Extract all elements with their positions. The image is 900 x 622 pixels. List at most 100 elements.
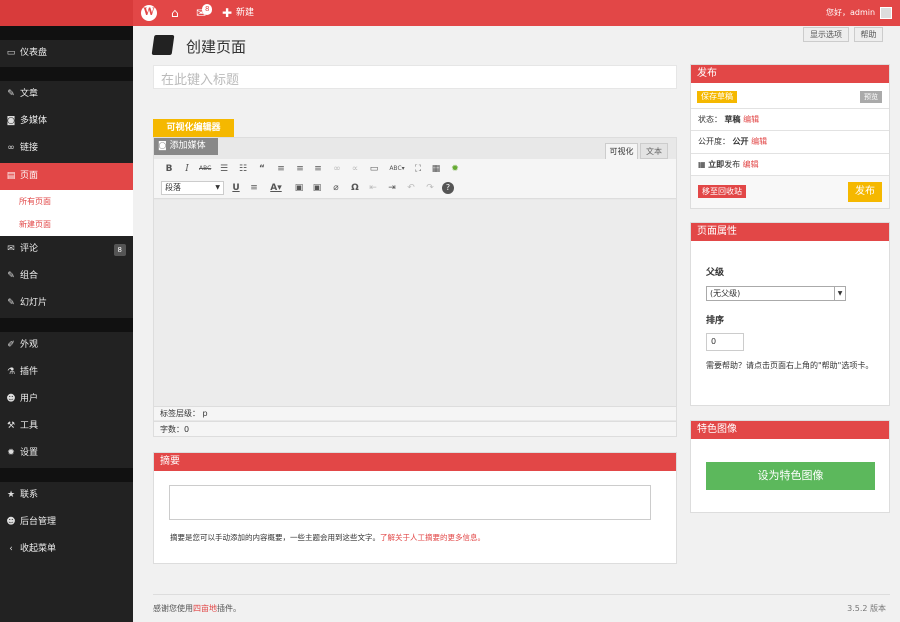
sidebar-item-tools[interactable]: ⚒ 工具 bbox=[0, 413, 133, 440]
edit-schedule-link[interactable]: 编辑 bbox=[743, 160, 759, 169]
sidebar-item-plugins[interactable]: ⚗ 插件 bbox=[0, 359, 133, 386]
clear-format-icon[interactable]: ⌀ bbox=[330, 182, 342, 194]
sidebar-item-users[interactable]: ☻ 用户 bbox=[0, 386, 133, 413]
publish-box: 发布 保存草稿 预览 状态： 草稿 编辑 公开度： 公开 编辑 ▦ 立即发布 编… bbox=[690, 64, 890, 209]
submenu-new-page[interactable]: 新建页面 bbox=[0, 213, 133, 236]
title-input[interactable]: 在此键入标题 bbox=[153, 65, 677, 89]
sidebar-item-dashboard[interactable]: ▭ 仪表盘 bbox=[0, 40, 133, 67]
parent-select[interactable]: (无父级) ▼ bbox=[706, 286, 846, 301]
plus-icon[interactable]: ✚ bbox=[222, 0, 232, 26]
admin-bar-logo-area bbox=[0, 0, 133, 26]
align-left-icon[interactable]: ≡ bbox=[275, 163, 287, 175]
star-icon: ★ bbox=[6, 490, 16, 500]
text-color-icon[interactable]: A▾ bbox=[265, 182, 287, 194]
tab-visual[interactable]: 可视化 bbox=[605, 143, 638, 159]
sidebar-item-appearance[interactable]: ✐ 外观 bbox=[0, 332, 133, 359]
paste-word-icon[interactable]: ▣ bbox=[311, 182, 323, 194]
visual-editor-tab[interactable]: 可视化编辑器 bbox=[153, 119, 234, 137]
footer-link[interactable]: 四亩地 bbox=[193, 604, 217, 613]
justify-icon[interactable]: ≡ bbox=[248, 182, 260, 194]
special-char-icon[interactable]: Ω bbox=[349, 182, 361, 194]
sidebar-item-pages[interactable]: ▤ 页面 bbox=[0, 163, 133, 190]
dashboard-icon: ▭ bbox=[6, 48, 16, 58]
title-placeholder: 在此键入标题 bbox=[161, 73, 240, 88]
edit-status-link[interactable]: 编辑 bbox=[743, 115, 759, 124]
more-tag-icon[interactable]: ▭ bbox=[368, 163, 380, 175]
set-featured-image-button[interactable]: 设为特色图像 bbox=[706, 462, 875, 490]
edit-visibility-link[interactable]: 编辑 bbox=[751, 137, 767, 146]
strikethrough-icon[interactable]: ABC bbox=[199, 163, 211, 175]
publish-button[interactable]: 发布 bbox=[848, 182, 882, 202]
spellcheck-icon[interactable]: ABC▾ bbox=[388, 163, 406, 175]
greeting-text[interactable]: 您好，admin bbox=[826, 0, 875, 26]
sidebar-item-comments[interactable]: ✉ 评论 8 bbox=[0, 236, 133, 263]
admin-sidebar: ▭ 仪表盘 ✎ 文章 ◙ 多媒体 ∞ 链接 ▤ 页面 所有页面 新建页面 ✉ 评论 8 ✎ 组合… bbox=[0, 26, 133, 622]
sidebar-item-portfolio[interactable]: ✎ 组合 bbox=[0, 263, 133, 290]
add-media-button[interactable]: ◙ 添加媒体 bbox=[154, 138, 218, 155]
sidebar-item-posts[interactable]: ✎ 文章 bbox=[0, 81, 133, 108]
sidebar-item-settings[interactable]: ✹ 设置 bbox=[0, 440, 133, 467]
sidebar-item-label: 评论 bbox=[20, 244, 39, 254]
publish-time-suffix: 发布 bbox=[724, 160, 741, 169]
users-icon: ☻ bbox=[6, 517, 16, 527]
fullscreen-icon[interactable]: ⛶ bbox=[412, 163, 424, 175]
footer-thanks: 感谢您使用四亩地插件。 bbox=[153, 603, 241, 614]
excerpt-help: 摘要是您可以手动添加的内容概要，一些主题会用到这些文字。了解关于人工摘要的更多信… bbox=[170, 532, 485, 543]
gear-icon[interactable]: ✹ bbox=[449, 163, 461, 175]
underline-icon[interactable]: U bbox=[230, 182, 242, 194]
word-count: 字数：0 bbox=[154, 421, 676, 436]
blockquote-icon[interactable]: “ bbox=[256, 163, 268, 175]
comments-count-badge: 8 bbox=[113, 244, 126, 256]
sidebar-item-label: 页面 bbox=[20, 171, 39, 181]
italic-icon[interactable]: I bbox=[181, 163, 193, 175]
undo-icon[interactable]: ↶ bbox=[405, 182, 417, 194]
save-draft-button[interactable]: 保存草稿 bbox=[697, 91, 737, 103]
sidebar-item-links[interactable]: ∞ 链接 bbox=[0, 135, 133, 162]
sidebar-item-label: 工具 bbox=[20, 421, 39, 431]
sidebar-item-media[interactable]: ◙ 多媒体 bbox=[0, 108, 133, 135]
move-to-trash-button[interactable]: 移至回收站 bbox=[698, 185, 746, 198]
collapse-arrow-icon: ‹ bbox=[9, 544, 13, 554]
path-value[interactable]: p bbox=[203, 409, 208, 418]
menu-separator bbox=[0, 318, 133, 332]
excerpt-help-text: 摘要是您可以手动添加的内容概要，一些主题会用到这些文字。 bbox=[170, 533, 380, 542]
align-right-icon[interactable]: ≡ bbox=[312, 163, 324, 175]
paste-text-icon[interactable]: ▣ bbox=[293, 182, 305, 194]
admin-bar: W ⌂ ✉ 8 ✚ 新建 您好，admin bbox=[0, 0, 900, 26]
help-button[interactable]: 帮助 bbox=[854, 27, 883, 42]
redo-icon[interactable]: ↷ bbox=[424, 182, 436, 194]
submenu-all-pages[interactable]: 所有页面 bbox=[0, 190, 133, 213]
version-text: 3.5.2 版本 bbox=[847, 604, 886, 613]
screen-options-button[interactable]: 显示选项 bbox=[803, 27, 849, 42]
help-icon[interactable]: ? bbox=[442, 182, 454, 194]
featured-image-title: 特色图像 bbox=[691, 421, 889, 439]
editor-path-bar: 标签层级： p bbox=[154, 406, 676, 420]
wordpress-logo-icon[interactable]: W bbox=[141, 5, 157, 21]
link-icon[interactable]: ∞ bbox=[331, 163, 343, 175]
format-select[interactable]: 段落 ▼ bbox=[161, 181, 224, 195]
kitchen-sink-icon[interactable]: ▦ bbox=[430, 163, 442, 175]
path-label: 标签层级： bbox=[160, 409, 200, 418]
collapse-menu-button[interactable]: ‹ 收起菜单 bbox=[0, 536, 133, 563]
sidebar-item-label: 用户 bbox=[20, 394, 39, 404]
numbered-list-icon[interactable]: ☷ bbox=[237, 163, 249, 175]
order-input[interactable]: 0 bbox=[706, 333, 744, 351]
outdent-icon[interactable]: ⇤ bbox=[367, 182, 379, 194]
avatar[interactable] bbox=[880, 7, 892, 19]
link-icon: ∞ bbox=[7, 143, 15, 153]
editor-body[interactable] bbox=[154, 200, 676, 406]
sidebar-item-slides[interactable]: ✎ 幻灯片 bbox=[0, 290, 133, 317]
tab-text[interactable]: 文本 bbox=[640, 143, 668, 159]
new-content-link[interactable]: 新建 bbox=[236, 0, 254, 26]
preview-button[interactable]: 预览 bbox=[860, 91, 882, 103]
bullet-list-icon[interactable]: ☰ bbox=[218, 163, 230, 175]
sidebar-item-contact[interactable]: ★ 联系 bbox=[0, 482, 133, 509]
sidebar-item-admin[interactable]: ☻ 后台管理 bbox=[0, 509, 133, 536]
bold-icon[interactable]: B bbox=[163, 163, 175, 175]
unlink-icon[interactable]: ∝ bbox=[349, 163, 361, 175]
home-icon[interactable]: ⌂ bbox=[171, 0, 179, 26]
excerpt-help-link[interactable]: 了解关于人工摘要的更多信息。 bbox=[380, 533, 485, 542]
indent-icon[interactable]: ⇥ bbox=[386, 182, 398, 194]
align-center-icon[interactable]: ≡ bbox=[294, 163, 306, 175]
excerpt-textarea[interactable] bbox=[169, 485, 651, 520]
